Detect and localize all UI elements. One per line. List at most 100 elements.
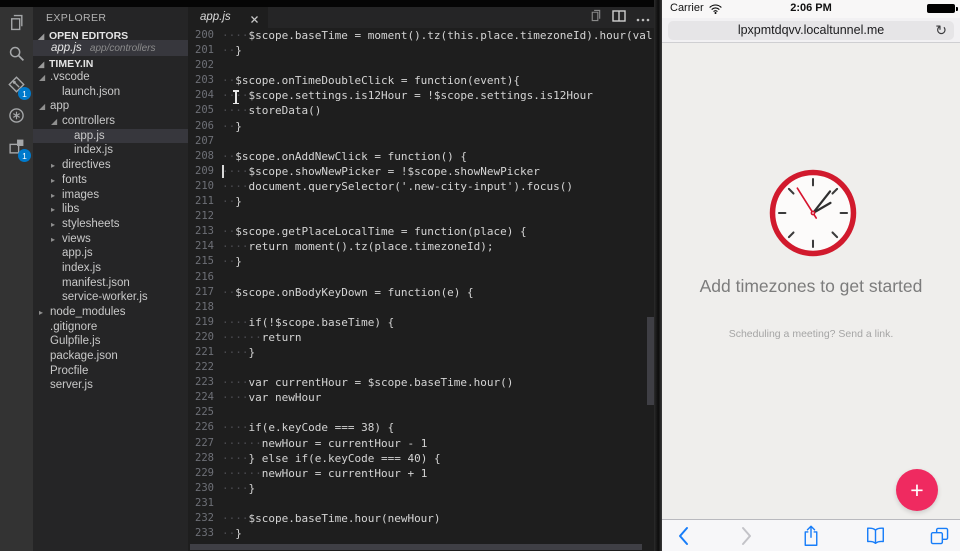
tree-item-directives[interactable]: ▸directives: [33, 158, 188, 173]
whitespace-dots: ····: [222, 346, 249, 359]
open-editor-item[interactable]: app.js app/controllers: [33, 40, 188, 56]
tree-item-launch-json[interactable]: launch.json: [33, 85, 188, 100]
tree-item-app-js[interactable]: app.js: [33, 246, 188, 261]
tree-item-stylesheets[interactable]: ▸stylesheets: [33, 217, 188, 232]
code-line-231[interactable]: 231: [188, 496, 656, 511]
tree-item--vscode[interactable]: ◢.vscode: [33, 70, 188, 85]
tree-item-index-js[interactable]: index.js: [33, 143, 188, 158]
tree-item-server-js[interactable]: server.js: [33, 378, 188, 393]
tree-item-label: app.js: [62, 247, 93, 259]
code-line-232[interactable]: 232····$scope.baseTime.hour(newHour): [188, 511, 656, 526]
tree-item-app-js[interactable]: app.js: [33, 129, 188, 144]
debug-icon[interactable]: [0, 100, 33, 131]
reload-icon[interactable]: ↻: [935, 21, 947, 40]
url-field[interactable]: lpxpmtdqvv.localtunnel.me ↻: [668, 21, 954, 40]
code-line-227[interactable]: 227······newHour = currentHour - 1: [188, 436, 656, 451]
whitespace-dots: ······: [222, 437, 262, 450]
tree-item-app[interactable]: ◢app: [33, 99, 188, 114]
back-button[interactable]: [671, 524, 695, 548]
search-icon[interactable]: [0, 38, 33, 69]
code-line-230[interactable]: 230····}: [188, 481, 656, 496]
code-line-202[interactable]: 202: [188, 58, 656, 73]
line-number: 208: [188, 149, 214, 164]
code-line-228[interactable]: 228····} else if(e.keyCode === 40) {: [188, 451, 656, 466]
code-line-233[interactable]: 233··}: [188, 526, 656, 541]
tree-item-views[interactable]: ▸views: [33, 232, 188, 247]
tree-item-node-modules[interactable]: ▸node_modules: [33, 305, 188, 320]
code-line-213[interactable]: 213··$scope.getPlaceLocalTime = function…: [188, 224, 656, 239]
code-line-218[interactable]: 218: [188, 300, 656, 315]
mouse-ibeam-cursor: [235, 91, 237, 103]
forward-button[interactable]: [735, 524, 759, 548]
tree-item-procfile[interactable]: Procfile: [33, 364, 188, 379]
tree-item-label: .vscode: [50, 71, 90, 83]
code-line-215[interactable]: 215··}: [188, 254, 656, 269]
files-icon[interactable]: [0, 7, 33, 38]
open-preview-icon[interactable]: [589, 9, 602, 27]
tabs-button[interactable]: [927, 524, 951, 548]
code-line-204[interactable]: 204····$scope.settings.is12Hour = !$scop…: [188, 88, 656, 103]
code-line-224[interactable]: 224····var newHour: [188, 390, 656, 405]
tab-appjs[interactable]: app.js: [188, 7, 268, 28]
code-line-217[interactable]: 217··$scope.onBodyKeyDown = function(e) …: [188, 285, 656, 300]
code-line-201[interactable]: 201··}: [188, 43, 656, 58]
line-number: 200: [188, 28, 214, 43]
line-number: 224: [188, 390, 214, 405]
code-line-214[interactable]: 214····return moment().tz(place.timezone…: [188, 239, 656, 254]
code-editor[interactable]: 200····$scope.baseTime = moment().tz(thi…: [188, 28, 656, 551]
code-line-225[interactable]: 225: [188, 405, 656, 420]
tree-item-index-js[interactable]: index.js: [33, 261, 188, 276]
plus-icon: +: [910, 477, 923, 504]
tree-item-label: app.js: [74, 130, 105, 142]
tree-item-fonts[interactable]: ▸fonts: [33, 173, 188, 188]
tree-item-libs[interactable]: ▸libs: [33, 202, 188, 217]
share-button[interactable]: [799, 524, 823, 548]
line-number: 222: [188, 360, 214, 375]
code-line-229[interactable]: 229······newHour = currentHour + 1: [188, 466, 656, 481]
code-line-205[interactable]: 205····storeData(): [188, 103, 656, 118]
extensions-icon[interactable]: 1: [0, 131, 33, 162]
badge-count: 1: [18, 149, 31, 162]
code-line-222[interactable]: 222: [188, 360, 656, 375]
clock-logo: [767, 167, 859, 259]
tree-item-manifest-json[interactable]: manifest.json: [33, 276, 188, 291]
code-line-210[interactable]: 210····document.querySelector('.new-city…: [188, 179, 656, 194]
code-line-206[interactable]: 206··}: [188, 119, 656, 134]
code-line-208[interactable]: 208··$scope.onAddNewClick = function() {: [188, 149, 656, 164]
bookmarks-button[interactable]: [863, 524, 887, 548]
folder-arrow-icon: ▸: [51, 159, 62, 173]
code-line-200[interactable]: 200····$scope.baseTime = moment().tz(thi…: [188, 28, 656, 43]
whitespace-dots: ····: [222, 180, 249, 193]
line-number: 226: [188, 420, 214, 435]
code-line-220[interactable]: 220······return: [188, 330, 656, 345]
tree-item-label: fonts: [62, 174, 87, 186]
split-editor-icon[interactable]: [612, 9, 626, 27]
source-control-icon[interactable]: 1: [0, 69, 33, 100]
tree-item-controllers[interactable]: ◢controllers: [33, 114, 188, 129]
code-line-221[interactable]: 221····}: [188, 345, 656, 360]
code-line-209[interactable]: 209····$scope.showNewPicker = !$scope.sh…: [188, 164, 656, 179]
code-line-219[interactable]: 219····if(!$scope.baseTime) {: [188, 315, 656, 330]
code-line-212[interactable]: 212: [188, 209, 656, 224]
address-bar: lpxpmtdqvv.localtunnel.me ↻: [662, 18, 960, 43]
tree-item--gitignore[interactable]: .gitignore: [33, 320, 188, 335]
line-number: 201: [188, 43, 214, 58]
tree-item-service-worker-js[interactable]: service-worker.js: [33, 290, 188, 305]
add-timezone-fab[interactable]: +: [896, 469, 938, 511]
whitespace-dots: ··: [222, 74, 235, 87]
horizontal-scrollbar[interactable]: [190, 544, 642, 550]
code-line-223[interactable]: 223····var currentHour = $scope.baseTime…: [188, 375, 656, 390]
line-number: 207: [188, 134, 214, 149]
code-line-207[interactable]: 207: [188, 134, 656, 149]
more-actions-icon[interactable]: [636, 9, 650, 27]
code-line-211[interactable]: 211··}: [188, 194, 656, 209]
folder-arrow-icon: ◢: [51, 115, 62, 129]
tree-item-images[interactable]: ▸images: [33, 188, 188, 203]
tree-item-gulpfile-js[interactable]: Gulpfile.js: [33, 334, 188, 349]
tree-item-package-json[interactable]: package.json: [33, 349, 188, 364]
code-line-226[interactable]: 226····if(e.keyCode === 38) {: [188, 420, 656, 435]
code-line-216[interactable]: 216: [188, 270, 656, 285]
tab-close-icon[interactable]: [249, 12, 260, 23]
whitespace-dots: ······: [222, 467, 262, 480]
code-line-203[interactable]: 203··$scope.onTimeDoubleClick = function…: [188, 73, 656, 88]
